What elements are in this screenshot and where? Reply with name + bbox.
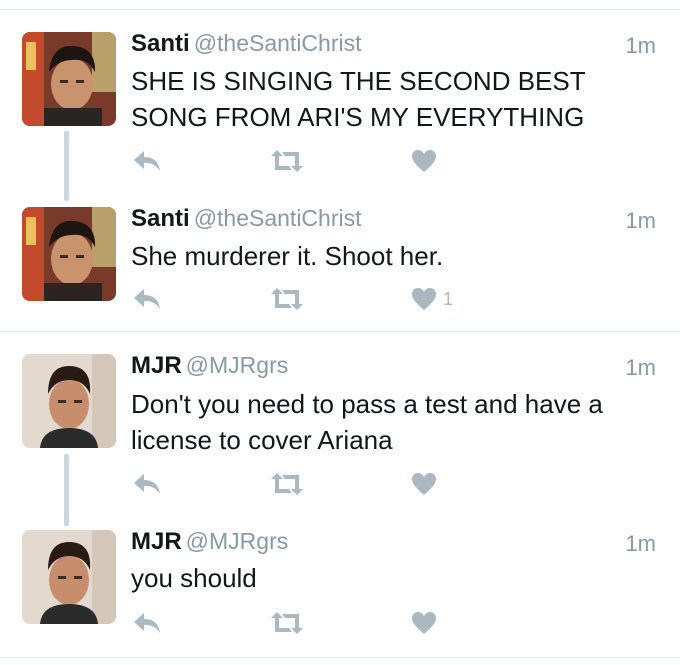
heart-icon xyxy=(412,150,436,172)
author-handle[interactable]: @MJRgrs xyxy=(186,352,289,378)
author-handle[interactable]: @theSantiChrist xyxy=(194,30,362,56)
author-name[interactable]: Santi xyxy=(131,30,190,57)
author-name[interactable]: Santi xyxy=(131,205,190,232)
tweet-text: She murderer it. Shoot her. xyxy=(131,238,661,274)
heart-icon xyxy=(412,288,436,310)
timestamp[interactable]: 1m xyxy=(625,355,656,381)
reply-icon xyxy=(134,151,160,171)
timestamp[interactable]: 1m xyxy=(625,208,656,234)
retweet-icon xyxy=(271,288,303,310)
conversation-divider xyxy=(0,331,680,332)
heart-icon xyxy=(412,612,436,634)
reply-button[interactable] xyxy=(133,284,161,314)
author-name[interactable]: MJR xyxy=(131,528,182,555)
like-button[interactable]: 1 xyxy=(411,284,453,314)
reply-button[interactable] xyxy=(133,608,161,638)
retweet-icon xyxy=(271,612,303,634)
tweet-text: you should xyxy=(131,560,661,596)
like-count: 1 xyxy=(443,288,454,309)
heart-icon xyxy=(412,473,436,495)
timestamp[interactable]: 1m xyxy=(625,33,656,59)
avatar[interactable] xyxy=(22,32,116,126)
top-divider xyxy=(0,9,680,10)
reply-icon xyxy=(134,289,160,309)
retweet-icon xyxy=(271,150,303,172)
reply-icon xyxy=(134,474,160,494)
tweet-text-line: Don't you need to pass a test and have a xyxy=(131,389,603,419)
tweet-text: SHE IS SINGING THE SECOND BEST SONG FROM… xyxy=(131,63,661,135)
tweet-text-line: She murderer it. Shoot her. xyxy=(131,241,444,271)
like-button[interactable] xyxy=(411,469,443,499)
thread-connector-1 xyxy=(64,131,69,201)
tweet-text-line: you should xyxy=(131,563,257,593)
reply-button[interactable] xyxy=(133,469,161,499)
avatar[interactable] xyxy=(22,207,116,301)
timestamp[interactable]: 1m xyxy=(625,531,656,557)
author-handle[interactable]: @MJRgrs xyxy=(186,528,289,554)
reply-button[interactable] xyxy=(133,146,161,176)
tweet-text-line: SONG FROM ARI'S MY EVERYTHING xyxy=(131,102,585,132)
bottom-divider xyxy=(0,657,680,658)
avatar[interactable] xyxy=(22,530,116,624)
like-button[interactable] xyxy=(411,146,443,176)
retweet-icon xyxy=(271,473,303,495)
tweet-text-line: license to cover Ariana xyxy=(131,425,393,455)
retweet-button[interactable] xyxy=(269,146,305,176)
author-handle[interactable]: @theSantiChrist xyxy=(194,205,362,231)
reply-icon xyxy=(134,613,160,633)
author-name[interactable]: MJR xyxy=(131,352,182,379)
retweet-button[interactable] xyxy=(269,469,305,499)
retweet-button[interactable] xyxy=(269,608,305,638)
like-button[interactable] xyxy=(411,608,443,638)
tweet-text-line: SHE IS SINGING THE SECOND BEST xyxy=(131,66,586,96)
retweet-button[interactable] xyxy=(269,284,305,314)
tweet-text: Don't you need to pass a test and have a… xyxy=(131,386,661,458)
avatar[interactable] xyxy=(22,354,116,448)
thread-connector-2 xyxy=(64,454,69,526)
